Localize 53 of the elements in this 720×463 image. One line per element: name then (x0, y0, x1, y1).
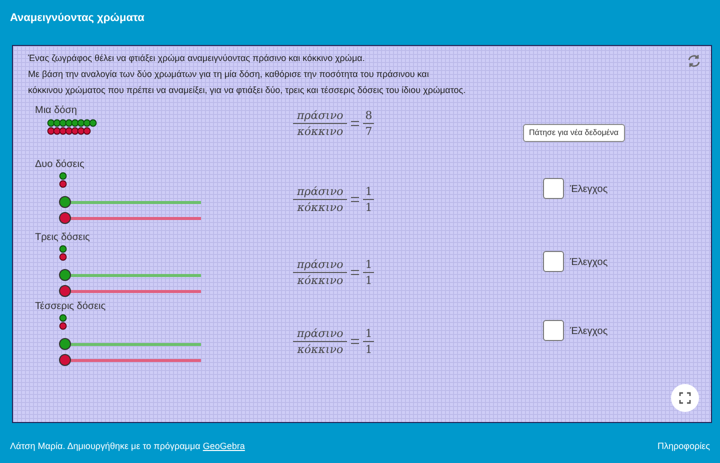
fraction-numerator: 1 (364, 257, 374, 272)
checkbox[interactable] (543, 320, 564, 341)
slider-thumb[interactable] (59, 269, 71, 281)
fraction-denominator: κόκκινο (296, 273, 344, 288)
fraction-denominator: 1 (364, 273, 374, 288)
fraction-denominator: 7 (364, 124, 374, 139)
fraction-numerator: 8 (364, 108, 374, 123)
equals-icon (351, 339, 360, 344)
checkbox[interactable] (543, 251, 564, 272)
slider-track[interactable] (59, 212, 201, 224)
instruction-text: κόκκινου χρώματος που πρέπει να αναμείξει, για να φτιάξει δύο, τρεις και τέσσερις δόσεις του ίδιου χρώματος. (28, 84, 466, 97)
fraction-numerator: 1 (364, 184, 374, 199)
fraction-denominator: κόκκινο (296, 124, 344, 139)
equals-icon (351, 121, 360, 126)
fraction-denominator: κόκκινο (296, 342, 344, 357)
fraction-numerator: πράσινο (296, 257, 344, 272)
slider-track[interactable] (59, 338, 201, 350)
instruction-text: Ένας ζωγράφος θέλει να φτιάξει χρώμα αναμειγνύοντας πράσινο και κόκκινο χρώμα. (28, 52, 365, 65)
fullscreen-icon (679, 392, 691, 404)
page-title: Αναμειγνύοντας χρώματα (10, 10, 144, 26)
fraction-denominator: κόκκινο (296, 200, 344, 215)
fraction-denominator: 1 (364, 200, 374, 215)
fraction-numerator: πράσινο (296, 184, 344, 199)
dose-label: Μια δόση (35, 104, 78, 118)
equals-icon (351, 197, 360, 202)
slider-track[interactable] (59, 285, 201, 297)
dose-label: Τέσσερις δόσεις (35, 300, 107, 314)
info-link[interactable]: Πληροφορίες (658, 440, 710, 453)
slider-track[interactable] (59, 354, 201, 366)
check-label: Έλεγχος (570, 183, 608, 197)
slider-track[interactable] (59, 269, 201, 281)
new-data-button[interactable]: Πάτησε για νέα δεδομένα (523, 124, 624, 142)
check-label: Έλεγχος (570, 325, 608, 339)
checkbox[interactable] (543, 178, 564, 199)
equals-icon (351, 270, 360, 275)
credit-text: Λάτση Μαρία. Δημιουργήθηκε με το πρόγραμμα GeoGebra (10, 440, 245, 453)
fraction-numerator: πράσινο (296, 326, 344, 341)
dose-label: Τρεις δόσεις (35, 231, 91, 245)
fullscreen-button[interactable] (671, 384, 699, 412)
instruction-text: Με βάση την αναλογία των δύο χρωμάτων για τη μία δόση, καθόρισε την ποσότητα του πράσινου και (28, 68, 429, 81)
check-label: Έλεγχος (570, 256, 608, 270)
slider-thumb[interactable] (59, 338, 71, 350)
slider-thumb[interactable] (59, 196, 71, 208)
reset-icon[interactable] (687, 54, 701, 68)
slider-thumb[interactable] (59, 285, 71, 297)
slider-thumb[interactable] (59, 354, 71, 366)
slider-track[interactable] (59, 196, 201, 208)
geogebra-link[interactable]: GeoGebra (202, 440, 245, 450)
fraction-numerator: πράσινο (296, 108, 344, 123)
fraction-numerator: 1 (364, 326, 374, 341)
dose-label: Δυο δόσεις (35, 158, 86, 172)
slider-thumb[interactable] (59, 212, 71, 224)
fraction-denominator: 1 (364, 342, 374, 357)
